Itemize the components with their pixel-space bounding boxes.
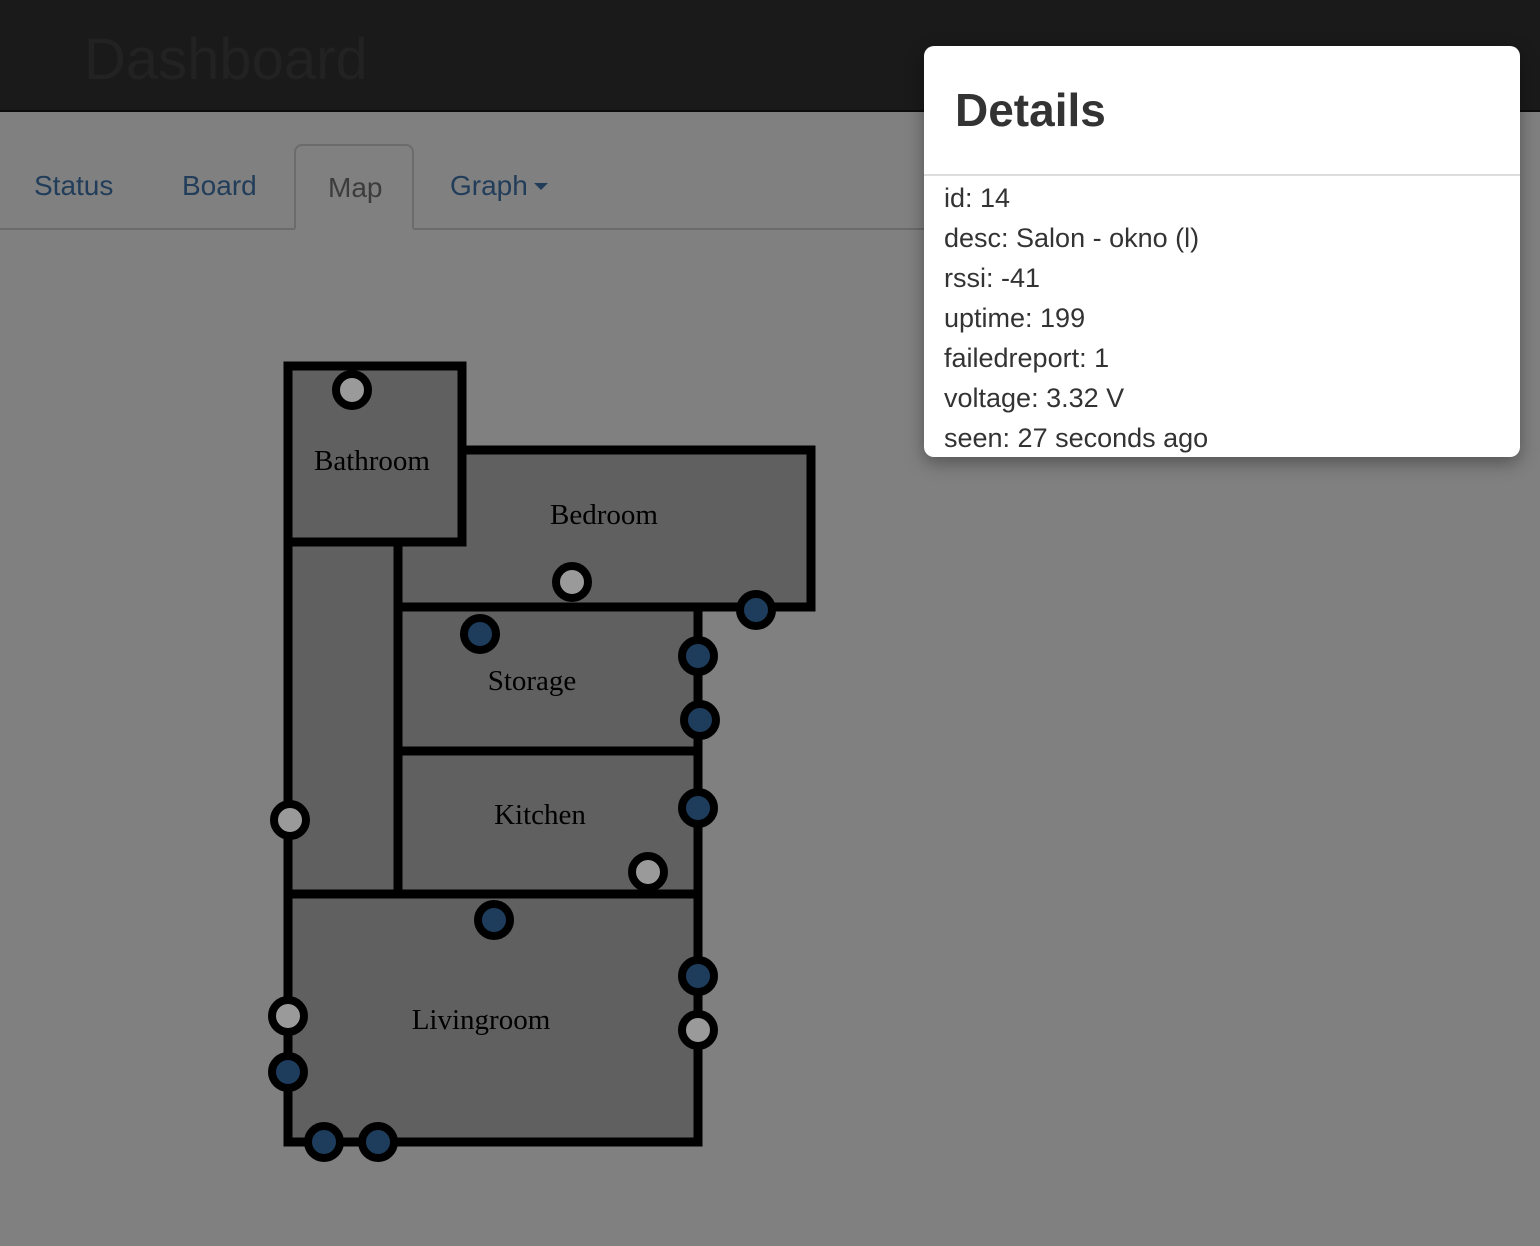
room-label-livingroom: Livingroom [412, 1004, 551, 1036]
room-hallway[interactable] [283, 537, 403, 899]
detail-uptime: uptime: 199 [944, 303, 1086, 333]
room-label-storage: Storage [488, 665, 577, 697]
room-label-kitchen: Kitchen [494, 799, 586, 831]
sensor-storage-closed[interactable] [680, 700, 720, 740]
detail-failedreport: failedreport: 1 [944, 343, 1110, 373]
sensor-livingroom-closed[interactable] [678, 956, 718, 996]
sensor-bedroom-open[interactable] [552, 562, 592, 602]
detail-voltage: voltage: 3.32 V [944, 383, 1125, 413]
sensor-kitchen-open[interactable] [628, 852, 668, 892]
details-popover: Details id: 14 desc: Salon - okno (l) rs… [924, 46, 1520, 457]
sensor-kitchen-closed[interactable] [678, 788, 718, 828]
sensor-storage-closed[interactable] [460, 614, 500, 654]
sensor-livingroom-open[interactable] [268, 996, 308, 1036]
sensor-bedroom-closed[interactable] [736, 590, 776, 630]
sensor-livingroom-closed[interactable] [304, 1122, 344, 1162]
sensor-livingroom-closed[interactable] [358, 1122, 398, 1162]
sensor-bathroom-open[interactable] [332, 370, 372, 410]
detail-rssi: rssi: -41 [944, 263, 1041, 293]
details-body: id: 14 desc: Salon - okno (l) rssi: -41 … [924, 176, 1520, 457]
sensor-livingroom-open[interactable] [678, 1010, 718, 1050]
details-title: Details [924, 46, 1520, 176]
detail-seen: seen: 27 seconds ago [944, 423, 1209, 453]
sensor-hallway-open[interactable] [270, 800, 310, 840]
room-label-bedroom: Bedroom [550, 499, 658, 531]
detail-desc: desc: Salon - okno (l) [944, 223, 1200, 253]
detail-id: id: 14 [944, 183, 1011, 213]
sensor-livingroom-closed[interactable] [268, 1052, 308, 1092]
sensor-livingroom-closed[interactable] [474, 900, 514, 940]
room-label-bathroom: Bathroom [314, 445, 430, 477]
sensor-storage-closed[interactable] [678, 636, 718, 676]
